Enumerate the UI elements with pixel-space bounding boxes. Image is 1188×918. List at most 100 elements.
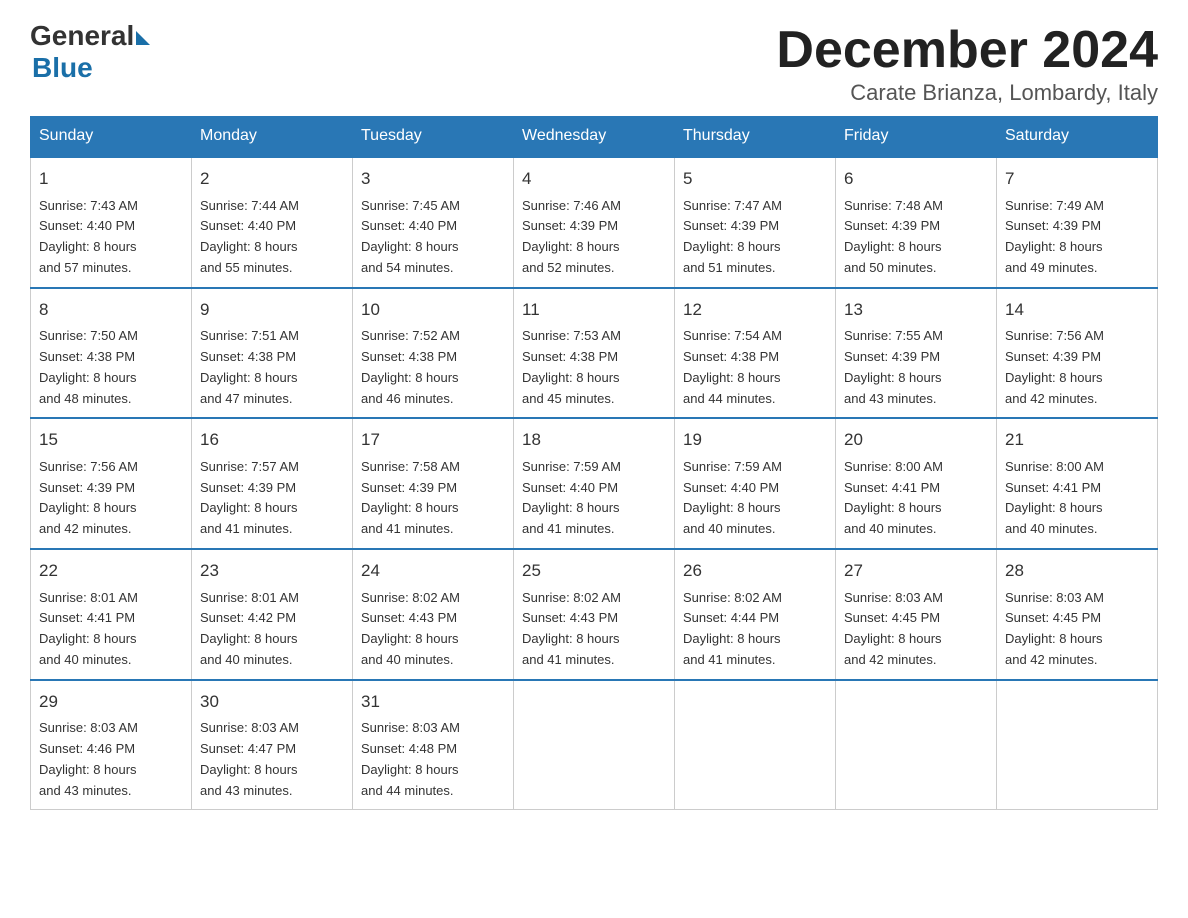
header-cell-sunday: Sunday [31, 117, 192, 157]
calendar-header: SundayMondayTuesdayWednesdayThursdayFrid… [31, 117, 1158, 157]
header-row: SundayMondayTuesdayWednesdayThursdayFrid… [31, 117, 1158, 157]
calendar-cell: 6Sunrise: 7:48 AMSunset: 4:39 PMDaylight… [836, 157, 997, 288]
calendar-cell: 7 Sunrise: 7:49 AMSunset: 4:39 PMDaylight… [997, 157, 1158, 288]
day-info: Sunrise: 7:53 AMSunset: 4:38 PMDaylight:… [522, 326, 666, 409]
day-number: 14 [1005, 297, 1149, 323]
header-cell-friday: Friday [836, 117, 997, 157]
day-info: Sunrise: 7:46 AMSunset: 4:39 PMDaylight:… [522, 196, 666, 279]
calendar-cell: 23 Sunrise: 8:01 AMSunset: 4:42 PMDayligh… [192, 549, 353, 680]
calendar-cell: 17 Sunrise: 7:58 AMSunset: 4:39 PMDayligh… [353, 418, 514, 549]
location-subtitle: Carate Brianza, Lombardy, Italy [776, 80, 1158, 106]
calendar-cell: 15Sunrise: 7:56 AMSunset: 4:39 PMDayligh… [31, 418, 192, 549]
day-number: 10 [361, 297, 505, 323]
title-block: December 2024 Carate Brianza, Lombardy, … [776, 20, 1158, 106]
day-number: 19 [683, 427, 827, 453]
day-info: Sunrise: 8:03 AMSunset: 4:45 PMDaylight:… [844, 588, 988, 671]
calendar-cell: 13 Sunrise: 7:55 AMSunset: 4:39 PMDayligh… [836, 288, 997, 419]
day-info: Sunrise: 8:03 AMSunset: 4:48 PMDaylight:… [361, 718, 505, 801]
calendar-cell: 18Sunrise: 7:59 AMSunset: 4:40 PMDayligh… [514, 418, 675, 549]
calendar-cell: 14 Sunrise: 7:56 AMSunset: 4:39 PMDayligh… [997, 288, 1158, 419]
day-number: 8 [39, 297, 183, 323]
day-info: Sunrise: 7:54 AMSunset: 4:38 PMDaylight:… [683, 326, 827, 409]
calendar-cell: 11Sunrise: 7:53 AMSunset: 4:38 PMDayligh… [514, 288, 675, 419]
calendar-body: 1 Sunrise: 7:43 AMSunset: 4:40 PMDaylight… [31, 157, 1158, 810]
header-cell-thursday: Thursday [675, 117, 836, 157]
logo-general-text: General [30, 20, 134, 52]
day-info: Sunrise: 8:02 AMSunset: 4:43 PMDaylight:… [361, 588, 505, 671]
calendar-week-row: 15Sunrise: 7:56 AMSunset: 4:39 PMDayligh… [31, 418, 1158, 549]
day-number: 2 [200, 166, 344, 192]
day-number: 5 [683, 166, 827, 192]
day-info: Sunrise: 7:49 AMSunset: 4:39 PMDaylight:… [1005, 196, 1149, 279]
day-number: 17 [361, 427, 505, 453]
calendar-cell: 16 Sunrise: 7:57 AMSunset: 4:39 PMDayligh… [192, 418, 353, 549]
day-info: Sunrise: 7:55 AMSunset: 4:39 PMDaylight:… [844, 326, 988, 409]
day-number: 31 [361, 689, 505, 715]
calendar-table: SundayMondayTuesdayWednesdayThursdayFrid… [30, 116, 1158, 810]
calendar-cell [836, 680, 997, 810]
day-number: 4 [522, 166, 666, 192]
day-number: 24 [361, 558, 505, 584]
day-info: Sunrise: 7:57 AMSunset: 4:39 PMDaylight:… [200, 457, 344, 540]
day-number: 1 [39, 166, 183, 192]
day-info: Sunrise: 8:03 AMSunset: 4:46 PMDaylight:… [39, 718, 183, 801]
day-info: Sunrise: 8:03 AMSunset: 4:45 PMDaylight:… [1005, 588, 1149, 671]
day-info: Sunrise: 8:00 AMSunset: 4:41 PMDaylight:… [844, 457, 988, 540]
day-info: Sunrise: 7:45 AMSunset: 4:40 PMDaylight:… [361, 196, 505, 279]
calendar-cell: 10 Sunrise: 7:52 AMSunset: 4:38 PMDayligh… [353, 288, 514, 419]
day-info: Sunrise: 7:52 AMSunset: 4:38 PMDaylight:… [361, 326, 505, 409]
calendar-cell: 9 Sunrise: 7:51 AMSunset: 4:38 PMDaylight… [192, 288, 353, 419]
day-number: 13 [844, 297, 988, 323]
day-info: Sunrise: 7:44 AMSunset: 4:40 PMDaylight:… [200, 196, 344, 279]
day-number: 30 [200, 689, 344, 715]
calendar-cell [514, 680, 675, 810]
logo: General Blue [30, 20, 150, 84]
calendar-cell: 2 Sunrise: 7:44 AMSunset: 4:40 PMDaylight… [192, 157, 353, 288]
day-number: 9 [200, 297, 344, 323]
day-info: Sunrise: 7:56 AMSunset: 4:39 PMDaylight:… [1005, 326, 1149, 409]
day-number: 16 [200, 427, 344, 453]
calendar-cell: 5 Sunrise: 7:47 AMSunset: 4:39 PMDaylight… [675, 157, 836, 288]
day-info: Sunrise: 7:59 AMSunset: 4:40 PMDaylight:… [522, 457, 666, 540]
day-info: Sunrise: 7:43 AMSunset: 4:40 PMDaylight:… [39, 196, 183, 279]
day-number: 26 [683, 558, 827, 584]
calendar-cell: 12Sunrise: 7:54 AMSunset: 4:38 PMDayligh… [675, 288, 836, 419]
day-number: 22 [39, 558, 183, 584]
day-number: 20 [844, 427, 988, 453]
calendar-cell: 1 Sunrise: 7:43 AMSunset: 4:40 PMDaylight… [31, 157, 192, 288]
day-info: Sunrise: 8:01 AMSunset: 4:42 PMDaylight:… [200, 588, 344, 671]
day-info: Sunrise: 8:01 AMSunset: 4:41 PMDaylight:… [39, 588, 183, 671]
calendar-cell [675, 680, 836, 810]
day-info: Sunrise: 7:50 AMSunset: 4:38 PMDaylight:… [39, 326, 183, 409]
header-cell-saturday: Saturday [997, 117, 1158, 157]
calendar-cell: 19Sunrise: 7:59 AMSunset: 4:40 PMDayligh… [675, 418, 836, 549]
day-number: 27 [844, 558, 988, 584]
calendar-week-row: 22 Sunrise: 8:01 AMSunset: 4:41 PMDayligh… [31, 549, 1158, 680]
day-info: Sunrise: 7:56 AMSunset: 4:39 PMDaylight:… [39, 457, 183, 540]
day-info: Sunrise: 7:58 AMSunset: 4:39 PMDaylight:… [361, 457, 505, 540]
day-number: 28 [1005, 558, 1149, 584]
day-info: Sunrise: 8:02 AMSunset: 4:43 PMDaylight:… [522, 588, 666, 671]
day-number: 3 [361, 166, 505, 192]
calendar-cell: 21 Sunrise: 8:00 AMSunset: 4:41 PMDayligh… [997, 418, 1158, 549]
day-info: Sunrise: 8:02 AMSunset: 4:44 PMDaylight:… [683, 588, 827, 671]
day-number: 21 [1005, 427, 1149, 453]
calendar-cell: 25 Sunrise: 8:02 AMSunset: 4:43 PMDayligh… [514, 549, 675, 680]
calendar-cell: 3 Sunrise: 7:45 AMSunset: 4:40 PMDaylight… [353, 157, 514, 288]
day-number: 7 [1005, 166, 1149, 192]
calendar-cell: 4 Sunrise: 7:46 AMSunset: 4:39 PMDaylight… [514, 157, 675, 288]
calendar-cell: 8 Sunrise: 7:50 AMSunset: 4:38 PMDaylight… [31, 288, 192, 419]
day-number: 29 [39, 689, 183, 715]
day-info: Sunrise: 8:00 AMSunset: 4:41 PMDaylight:… [1005, 457, 1149, 540]
day-number: 23 [200, 558, 344, 584]
calendar-cell: 29 Sunrise: 8:03 AMSunset: 4:46 PMDayligh… [31, 680, 192, 810]
day-info: Sunrise: 7:51 AMSunset: 4:38 PMDaylight:… [200, 326, 344, 409]
month-title: December 2024 [776, 20, 1158, 80]
logo-blue-text: Blue [32, 52, 150, 84]
day-info: Sunrise: 7:47 AMSunset: 4:39 PMDaylight:… [683, 196, 827, 279]
calendar-cell: 22 Sunrise: 8:01 AMSunset: 4:41 PMDayligh… [31, 549, 192, 680]
calendar-cell: 26 Sunrise: 8:02 AMSunset: 4:44 PMDayligh… [675, 549, 836, 680]
day-number: 25 [522, 558, 666, 584]
calendar-cell: 24 Sunrise: 8:02 AMSunset: 4:43 PMDayligh… [353, 549, 514, 680]
calendar-cell: 30Sunrise: 8:03 AMSunset: 4:47 PMDayligh… [192, 680, 353, 810]
